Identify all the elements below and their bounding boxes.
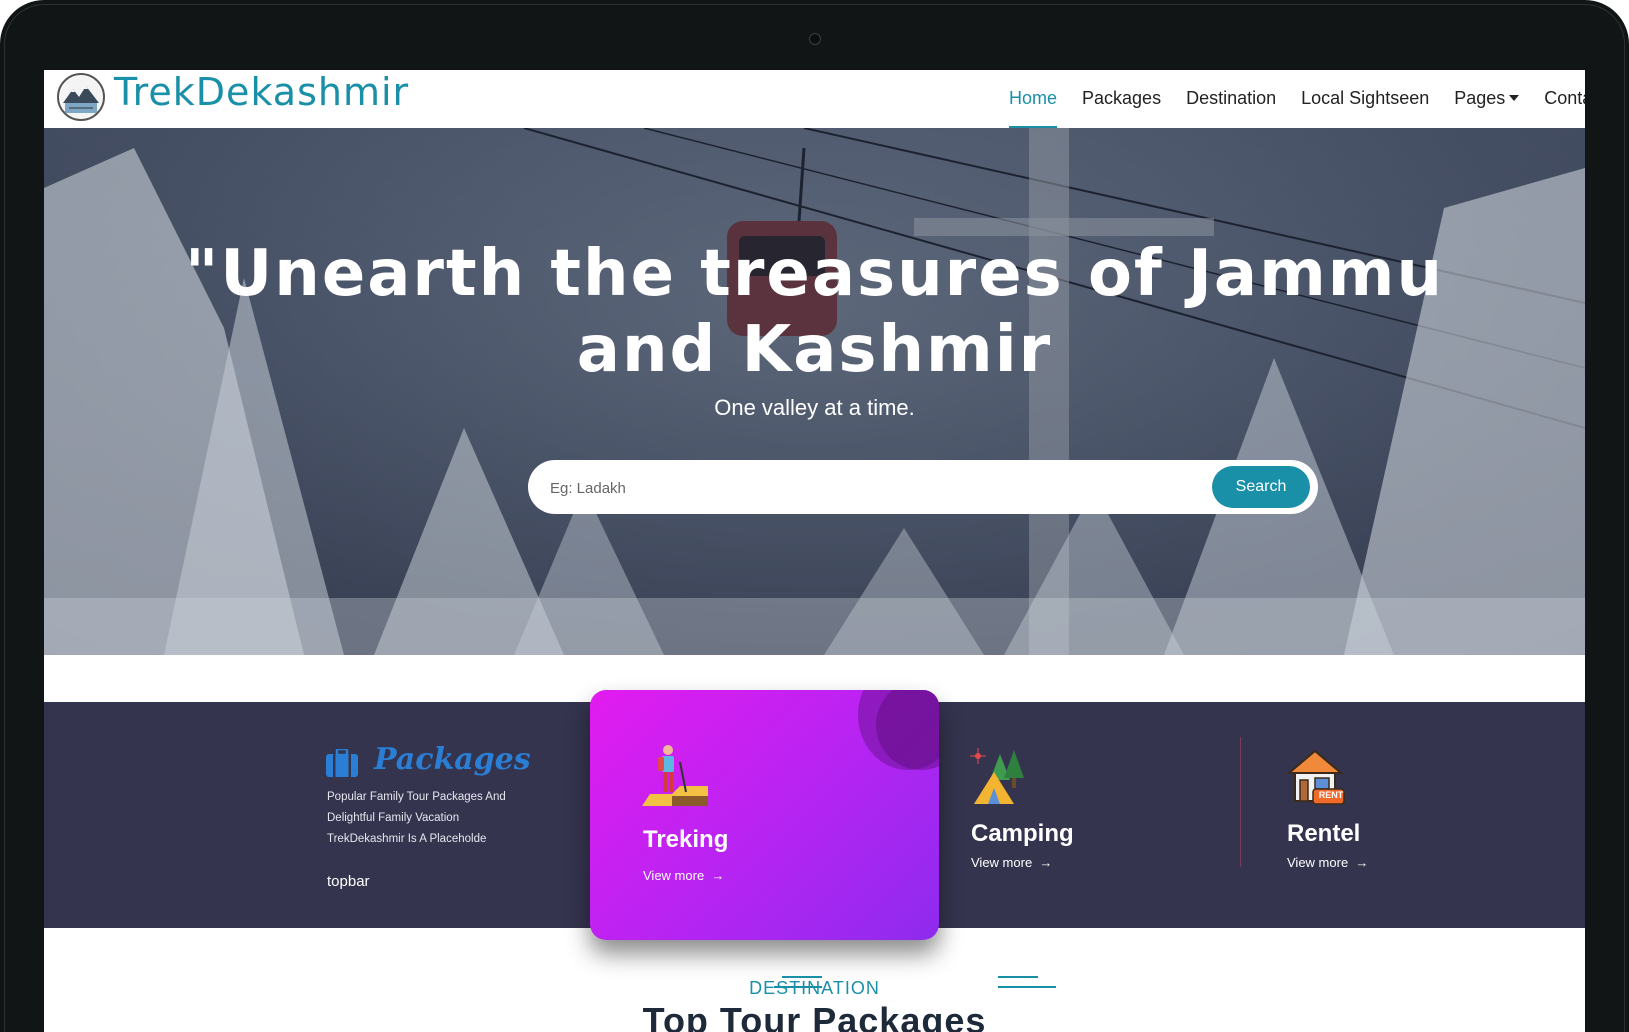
section-label-destination: DESTINATION bbox=[749, 978, 880, 998]
caret-down-icon bbox=[1509, 95, 1520, 101]
treking-view-more-label: View more bbox=[643, 868, 705, 883]
packages-desc-line: TrekDekashmir Is A Placeholde bbox=[327, 833, 487, 845]
nav-local-sightseen[interactable]: Local Sightseen bbox=[1301, 70, 1429, 128]
search-input[interactable] bbox=[548, 470, 1172, 506]
mountain-logo-icon[interactable] bbox=[57, 73, 105, 121]
search-bar: Search bbox=[528, 460, 1318, 514]
arrow-right-icon: → bbox=[1355, 855, 1369, 870]
hero-title-line1: "Unearth the treasures of Jammu bbox=[184, 237, 1445, 311]
dest-deco-line bbox=[998, 986, 1056, 988]
nav-destination[interactable]: Destination bbox=[1186, 70, 1276, 128]
rent-badge-label: RENT bbox=[1318, 790, 1344, 800]
nav-pages-dropdown[interactable]: Pages bbox=[1454, 70, 1520, 128]
arrow-right-icon: → bbox=[711, 868, 725, 883]
packages-description: Popular Family Tour Packages And Delight… bbox=[327, 787, 527, 850]
tent-icon bbox=[970, 748, 1024, 804]
hero-title: "Unearth the treasures of Jammu and Kash… bbox=[44, 236, 1585, 388]
camera-icon bbox=[809, 33, 821, 45]
hero-banner: "Unearth the treasures of Jammu and Kash… bbox=[44, 128, 1585, 655]
packages-footer-text: topbar bbox=[327, 873, 370, 890]
camping-view-more-label: View more bbox=[971, 855, 1033, 870]
rentel-view-more-link[interactable]: View more → bbox=[1287, 855, 1368, 870]
section-heading: Top Tour Packages bbox=[642, 1000, 987, 1032]
packages-desc-line: Popular Family Tour Packages And bbox=[327, 791, 506, 803]
service-title-camping: Camping bbox=[971, 820, 1074, 847]
service-title-treking: Treking bbox=[643, 826, 729, 853]
camping-view-more-link[interactable]: View more → bbox=[971, 855, 1052, 870]
brand-name[interactable]: TrekDekashmir bbox=[114, 70, 409, 114]
service-card-treking[interactable]: Treking View more → bbox=[590, 690, 939, 940]
main-nav: Home Packages Destination Local Sightsee… bbox=[1009, 70, 1585, 128]
navbar: TrekDekashmir Home Packages Destination … bbox=[44, 70, 1585, 128]
snowy-forest-backdrop bbox=[44, 128, 1585, 655]
nav-home[interactable]: Home bbox=[1009, 70, 1058, 128]
hero-subtitle: One valley at a time. bbox=[714, 395, 915, 420]
suitcase-icon bbox=[326, 749, 358, 777]
arrow-right-icon: → bbox=[1039, 855, 1053, 870]
nav-contact[interactable]: Conta bbox=[1544, 70, 1585, 128]
hiker-icon bbox=[642, 745, 708, 806]
service-title-rentel: Rentel bbox=[1287, 820, 1361, 847]
treking-view-more-link[interactable]: View more → bbox=[643, 868, 724, 883]
search-button[interactable]: Search bbox=[1212, 466, 1310, 508]
hero-title-line2: and Kashmir bbox=[576, 313, 1053, 387]
nav-packages[interactable]: Packages bbox=[1082, 70, 1161, 128]
service-divider bbox=[1240, 737, 1241, 867]
nav-pages-label: Pages bbox=[1454, 88, 1506, 108]
packages-desc-line: Delightful Family Vacation bbox=[327, 812, 460, 824]
browser-viewport: TrekDekashmir Home Packages Destination … bbox=[44, 70, 1585, 1032]
dest-deco-line bbox=[998, 976, 1038, 978]
laptop-bezel: TrekDekashmir Home Packages Destination … bbox=[0, 0, 1629, 1032]
packages-title: Packages bbox=[374, 742, 531, 777]
rentel-view-more-label: View more bbox=[1287, 855, 1349, 870]
